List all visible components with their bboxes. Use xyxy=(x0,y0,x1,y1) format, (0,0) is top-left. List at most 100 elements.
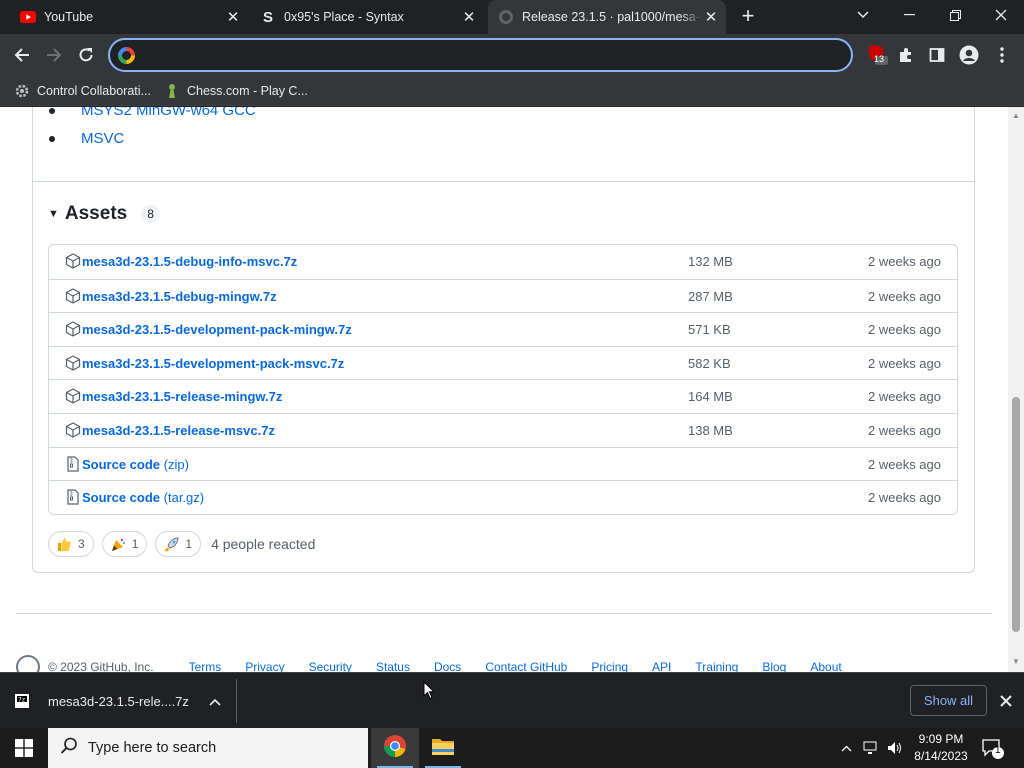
mouse-cursor-icon xyxy=(423,680,436,700)
new-tab-button[interactable]: + xyxy=(737,5,759,28)
copyright: © 2023 GitHub, Inc. xyxy=(48,660,154,672)
package-icon xyxy=(65,355,81,371)
forward-button[interactable] xyxy=(41,42,67,68)
tab-syntax[interactable]: S 0x95's Place - Syntax ✕ xyxy=(252,0,484,34)
ublock-extension-icon[interactable]: 13 xyxy=(864,42,890,68)
asset-name: mesa3d-23.1.5-debug-mingw.7z xyxy=(82,288,277,304)
asset-link[interactable]: mesa3d-23.1.5-release-msvc.7z xyxy=(82,423,275,438)
svg-text:7z: 7z xyxy=(18,697,25,704)
search-placeholder: Type here to search xyxy=(88,740,217,756)
tab-release[interactable]: Release 23.1.5 · pal1000/mesa-dist-win ✕ xyxy=(488,0,726,34)
taskbar-chrome[interactable] xyxy=(371,728,419,768)
reaction-count: 1 xyxy=(185,537,193,551)
scrollbar-thumb[interactable] xyxy=(1012,397,1020,632)
reaction-thumbs-up-button[interactable]: 3 xyxy=(48,531,94,557)
asset-link[interactable]: Source code (zip) xyxy=(82,457,189,472)
network-icon[interactable] xyxy=(860,728,882,768)
asset-size: 582 KB xyxy=(688,355,731,371)
footer-link-status[interactable]: Status xyxy=(376,660,410,672)
table-row: mesa3d-23.1.5-debug-mingw.7z 287 MB 2 week… xyxy=(49,278,957,313)
footer-link-blog[interactable]: Blog xyxy=(762,660,786,672)
google-icon xyxy=(118,46,135,64)
scroll-down-arrow-icon[interactable]: ▼ xyxy=(1011,657,1021,667)
footer-link-pricing[interactable]: Pricing xyxy=(591,660,628,672)
footer-link-contact-github[interactable]: Contact GitHub xyxy=(485,660,567,672)
asset-date: 2 weeks ago xyxy=(868,322,941,338)
extensions-puzzle-icon[interactable] xyxy=(893,42,919,68)
taskbar-search-box[interactable]: Type here to search xyxy=(48,728,368,768)
notification-count: 1 xyxy=(995,745,1001,756)
reaction-rocket-button[interactable]: 1 xyxy=(155,531,202,557)
close-tab-icon[interactable]: ✕ xyxy=(224,8,242,26)
footer-link-security[interactable]: Security xyxy=(309,660,352,672)
scroll-up-arrow-icon[interactable]: ▲ xyxy=(1011,111,1021,121)
site-footer: © 2023 GitHub, Inc. Terms Privacy Security… xyxy=(16,655,866,672)
browser-toolbar: 13 xyxy=(0,34,1024,76)
footer-link-training[interactable]: Training xyxy=(695,660,738,672)
bookmark-control-collaboration[interactable]: Control Collaborati... xyxy=(14,81,151,101)
browser-menu-icon[interactable] xyxy=(989,42,1015,68)
assets-heading: Assets xyxy=(64,203,128,224)
asset-link[interactable]: Source code (tar.gz) xyxy=(82,490,204,505)
address-input[interactable] xyxy=(143,47,851,63)
close-tab-icon[interactable]: ✕ xyxy=(702,8,720,26)
taskbar-clock[interactable]: 9:09 PM 8/14/2023 xyxy=(910,731,972,765)
footer-link-about[interactable]: About xyxy=(810,660,841,672)
notification-center-icon[interactable]: 1 xyxy=(980,736,1004,760)
list-item[interactable]: MSVC xyxy=(48,125,256,153)
chevron-up-icon[interactable] xyxy=(209,694,221,709)
tab-title: Release 23.1.5 · pal1000/mesa-dist-win xyxy=(522,10,702,24)
asset-link[interactable]: mesa3d-23.1.5-debug-info-msvc.7z xyxy=(82,254,297,269)
extension-badge: 13 xyxy=(874,54,885,64)
tab-search-icon[interactable] xyxy=(840,0,886,30)
show-hidden-icons-chevron[interactable] xyxy=(836,728,856,768)
folder-icon xyxy=(431,736,455,761)
file-zip-icon xyxy=(65,489,81,505)
bookmarks-bar: Control Collaborati... Chess.com - Play … xyxy=(0,76,1024,106)
package-icon xyxy=(65,422,81,438)
address-bar[interactable] xyxy=(108,38,853,72)
windows-start-icon[interactable] xyxy=(0,728,48,768)
asset-name: Source code xyxy=(82,490,161,506)
assets-toggle[interactable]: ▼ Assets 8 xyxy=(48,203,160,225)
asset-date: 2 weeks ago xyxy=(868,456,941,472)
page-scrollbar[interactable]: ▲ ▼ xyxy=(1008,107,1024,672)
asset-link[interactable]: mesa3d-23.1.5-release-mingw.7z xyxy=(82,389,282,404)
download-item[interactable]: 7z mesa3d-23.1.5-rele....7z xyxy=(14,687,234,715)
package-icon xyxy=(65,321,81,337)
package-icon xyxy=(65,287,81,304)
chrome-icon xyxy=(383,734,407,763)
show-all-button[interactable]: Show all xyxy=(910,685,987,716)
close-window-button[interactable] xyxy=(978,0,1024,30)
reaction-hooray-button[interactable]: 1 xyxy=(101,531,148,557)
download-bar: 7z mesa3d-23.1.5-rele....7z Show all xyxy=(0,672,1024,728)
assets-list: mesa3d-23.1.5-debug-info-msvc.7z 132 MB 2 … xyxy=(48,244,958,515)
asset-link[interactable]: mesa3d-23.1.5-development-pack-msvc.7z xyxy=(82,356,344,371)
tab-youtube[interactable]: YouTube ✕ xyxy=(12,0,248,34)
thumbs-up-icon xyxy=(57,537,72,552)
asset-size: 571 KB xyxy=(688,322,731,338)
close-download-bar-icon[interactable] xyxy=(995,690,1017,712)
table-row: mesa3d-23.1.5-release-msvc.7z 138 MB 2 wee… xyxy=(49,412,957,447)
table-row: mesa3d-23.1.5-development-pack-mingw.7z 5… xyxy=(49,312,957,346)
footer-link-docs[interactable]: Docs xyxy=(434,660,461,672)
side-panel-icon[interactable] xyxy=(924,42,950,68)
bookmark-chess[interactable]: Chess.com - Play C... xyxy=(164,81,308,101)
footer-link-api[interactable]: API xyxy=(652,660,671,672)
asset-link[interactable]: mesa3d-23.1.5-development-pack-mingw.7z xyxy=(82,322,352,337)
taskbar-file-explorer[interactable] xyxy=(419,728,467,768)
profile-avatar-icon[interactable] xyxy=(956,42,982,68)
package-icon xyxy=(65,388,81,405)
reload-button[interactable] xyxy=(73,42,99,68)
asset-link[interactable]: mesa3d-23.1.5-debug-mingw.7z xyxy=(82,289,277,304)
close-tab-icon[interactable]: ✕ xyxy=(460,8,478,26)
footer-link-terms[interactable]: Terms xyxy=(189,660,222,672)
asset-date: 2 weeks ago xyxy=(868,355,941,371)
list-item[interactable]: MSYS2 MinGW-w64 GCC xyxy=(48,107,256,125)
restore-button[interactable] xyxy=(932,0,978,30)
minimize-button[interactable] xyxy=(886,0,932,30)
github-logo-icon[interactable] xyxy=(16,655,40,672)
footer-link-privacy[interactable]: Privacy xyxy=(245,660,284,672)
back-button[interactable] xyxy=(9,42,35,68)
volume-icon[interactable] xyxy=(884,728,906,768)
